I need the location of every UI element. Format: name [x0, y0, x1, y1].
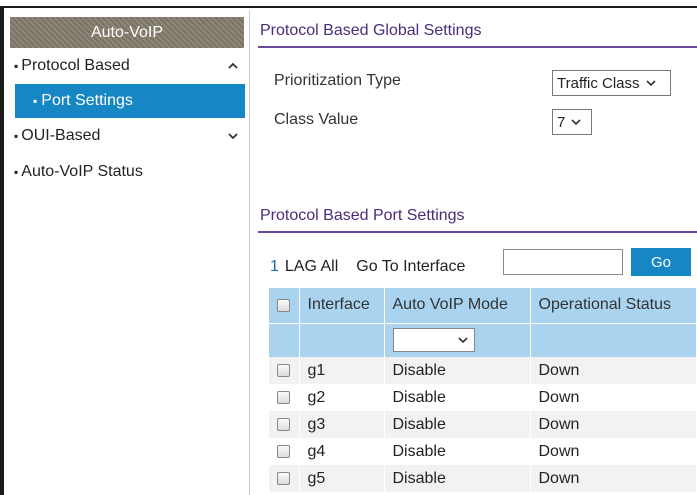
interface-cell: g2: [299, 384, 385, 411]
bullet-icon: ▪: [14, 59, 19, 73]
status-cell: Down: [530, 357, 697, 384]
sidebar-header: Auto-VoIP: [10, 17, 244, 48]
filter-row: [269, 322, 697, 357]
goto-interface-input[interactable]: [503, 249, 623, 275]
window-top-border: [0, 0, 697, 8]
column-header-auto-voip-mode[interactable]: Auto VoIP Mode: [384, 288, 531, 323]
section-divider: [258, 231, 697, 233]
row-checkbox[interactable]: [277, 363, 290, 377]
select-all-cell: [269, 288, 300, 323]
table-row[interactable]: g3 Disable Down: [269, 411, 697, 438]
sidebar: Auto-VoIP ▪ Protocol Based ▪ Port Settin…: [4, 10, 250, 495]
chevron-down-icon: [228, 133, 238, 140]
prioritization-type-value: Traffic Class: [557, 74, 640, 92]
status-cell: Down: [530, 411, 697, 438]
sidebar-item-port-settings[interactable]: ▪ Port Settings: [15, 84, 245, 118]
status-cell: Down: [530, 465, 697, 492]
chevron-up-icon: [228, 62, 238, 69]
mode-cell: Disable: [384, 438, 531, 465]
prioritization-type-label: Prioritization Type: [274, 72, 401, 89]
sidebar-item-protocol-based[interactable]: ▪ Protocol Based: [4, 48, 249, 84]
mode-cell: Disable: [384, 465, 531, 492]
column-header-operational-status[interactable]: Operational Status: [530, 288, 697, 323]
auto-voip-mode-filter-select[interactable]: [392, 328, 475, 353]
interface-cell: g1: [299, 357, 385, 384]
bullet-icon: ▪: [14, 129, 19, 143]
bullet-icon: ▪: [33, 94, 38, 108]
lag-all-link[interactable]: LAG All: [285, 258, 338, 276]
sidebar-item-label: OUI-Based: [21, 127, 101, 144]
row-checkbox[interactable]: [277, 390, 290, 404]
table-row[interactable]: g5 Disable Down: [269, 465, 697, 492]
select-all-checkbox[interactable]: [277, 298, 290, 312]
mode-cell: Disable: [384, 411, 531, 438]
go-button[interactable]: Go: [631, 248, 691, 276]
row-checkbox[interactable]: [277, 444, 290, 458]
class-value-value: 7: [557, 113, 566, 131]
table-row[interactable]: g1 Disable Down: [269, 357, 697, 384]
status-cell: Down: [530, 384, 697, 411]
table-toolbar: 1 LAG All Go To Interface: [270, 254, 465, 280]
interface-cell: g4: [299, 438, 385, 465]
global-settings-title: Protocol Based Global Settings: [260, 22, 482, 39]
sidebar-item-label: Auto-VoIP Status: [21, 163, 143, 180]
table-header-row: Interface Auto VoIP Mode Operational Sta…: [269, 288, 697, 323]
status-cell: Down: [530, 438, 697, 465]
sidebar-item-oui-based[interactable]: ▪ OUI-Based: [4, 118, 249, 154]
goto-interface-label: Go To Interface: [356, 258, 466, 275]
sidebar-item-label: Protocol Based: [21, 57, 130, 74]
class-value-select[interactable]: 7: [552, 109, 592, 135]
sidebar-item-auto-voip-status[interactable]: ▪ Auto-VoIP Status: [4, 154, 249, 190]
port-settings-table: Interface Auto VoIP Mode Operational Sta…: [269, 288, 697, 492]
mode-cell: Disable: [384, 384, 531, 411]
interface-cell: g3: [299, 411, 385, 438]
chevron-down-icon: [645, 80, 656, 87]
port-settings-title: Protocol Based Port Settings: [260, 207, 465, 224]
table-row[interactable]: g2 Disable Down: [269, 384, 697, 411]
row-checkbox[interactable]: [277, 471, 290, 485]
mode-cell: Disable: [384, 357, 531, 384]
section-divider: [258, 46, 697, 48]
table-row[interactable]: g4 Disable Down: [269, 438, 697, 465]
prioritization-type-select[interactable]: Traffic Class: [552, 70, 671, 96]
sidebar-item-label: Port Settings: [41, 92, 133, 109]
chevron-down-icon: [571, 119, 581, 126]
class-value-label: Class Value: [274, 111, 359, 128]
column-header-interface[interactable]: Interface: [299, 288, 385, 323]
page-link-1[interactable]: 1: [270, 258, 279, 276]
bullet-icon: ▪: [14, 165, 19, 179]
row-checkbox[interactable]: [277, 417, 290, 431]
chevron-down-icon: [457, 337, 468, 344]
interface-cell: g5: [299, 465, 385, 492]
main-content: Protocol Based Global Settings Prioritiz…: [250, 10, 697, 495]
